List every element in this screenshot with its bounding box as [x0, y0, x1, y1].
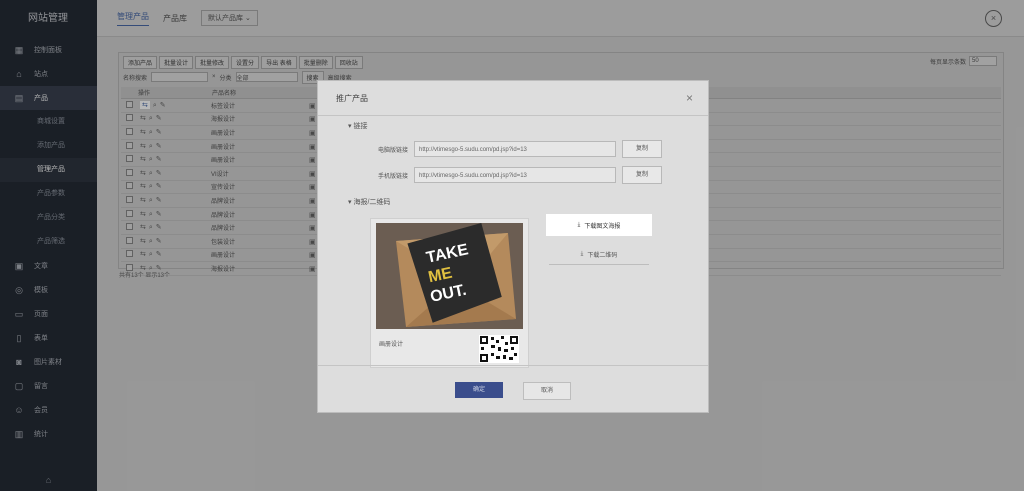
copy-pc-link-button[interactable]: 复制 — [622, 140, 662, 158]
download-icon: ⤓ — [577, 221, 581, 228]
dialog-title: 推广产品 — [318, 81, 708, 116]
poster-card: TAKE ME OUT. 画册设计 — [370, 218, 529, 368]
dialog-footer: 确定 取消 — [318, 365, 708, 412]
download-qr-button[interactable]: ⤓ 下载二维码 — [549, 244, 649, 265]
promote-dialog: 推广产品 × ▾ 链接 电脑版链接 http://vtimesgo-5.sudu… — [317, 80, 709, 413]
copy-mobile-link-button[interactable]: 复制 — [622, 166, 662, 184]
close-icon[interactable]: × — [686, 91, 693, 105]
mobile-link-row: 手机版链接 http://vtimesgo-5.sudu.com/pd.jsp?… — [368, 166, 662, 184]
poster-section-title: ▾ 海报/二维码 — [348, 199, 391, 206]
qr-code-icon — [479, 335, 519, 363]
download-qr-label: 下载二维码 — [587, 252, 618, 259]
link-section-title: ▾ 链接 — [348, 123, 368, 130]
download-poster-button[interactable]: ⤓ 下载图文海报 — [546, 214, 652, 236]
download-icon: ⤓ — [580, 250, 584, 257]
link-section-label: 链接 — [353, 123, 368, 130]
mobile-link-field[interactable]: http://vtimesgo-5.sudu.com/pd.jsp?id=13 — [414, 167, 616, 183]
download-poster-label: 下载图文海报 — [584, 223, 621, 230]
ok-button[interactable]: 确定 — [455, 382, 503, 398]
cancel-button[interactable]: 取消 — [523, 382, 571, 400]
mobile-link-label: 手机版链接 — [377, 173, 408, 180]
poster-product-name: 画册设计 — [379, 342, 404, 348]
poster-section-label: 海报/二维码 — [353, 199, 391, 206]
pc-link-row: 电脑版链接 http://vtimesgo-5.sudu.com/pd.jsp?… — [368, 140, 662, 158]
poster-image: TAKE ME OUT. — [376, 223, 523, 329]
pc-link-field[interactable]: http://vtimesgo-5.sudu.com/pd.jsp?id=13 — [414, 141, 616, 157]
pc-link-label: 电脑版链接 — [377, 147, 408, 154]
